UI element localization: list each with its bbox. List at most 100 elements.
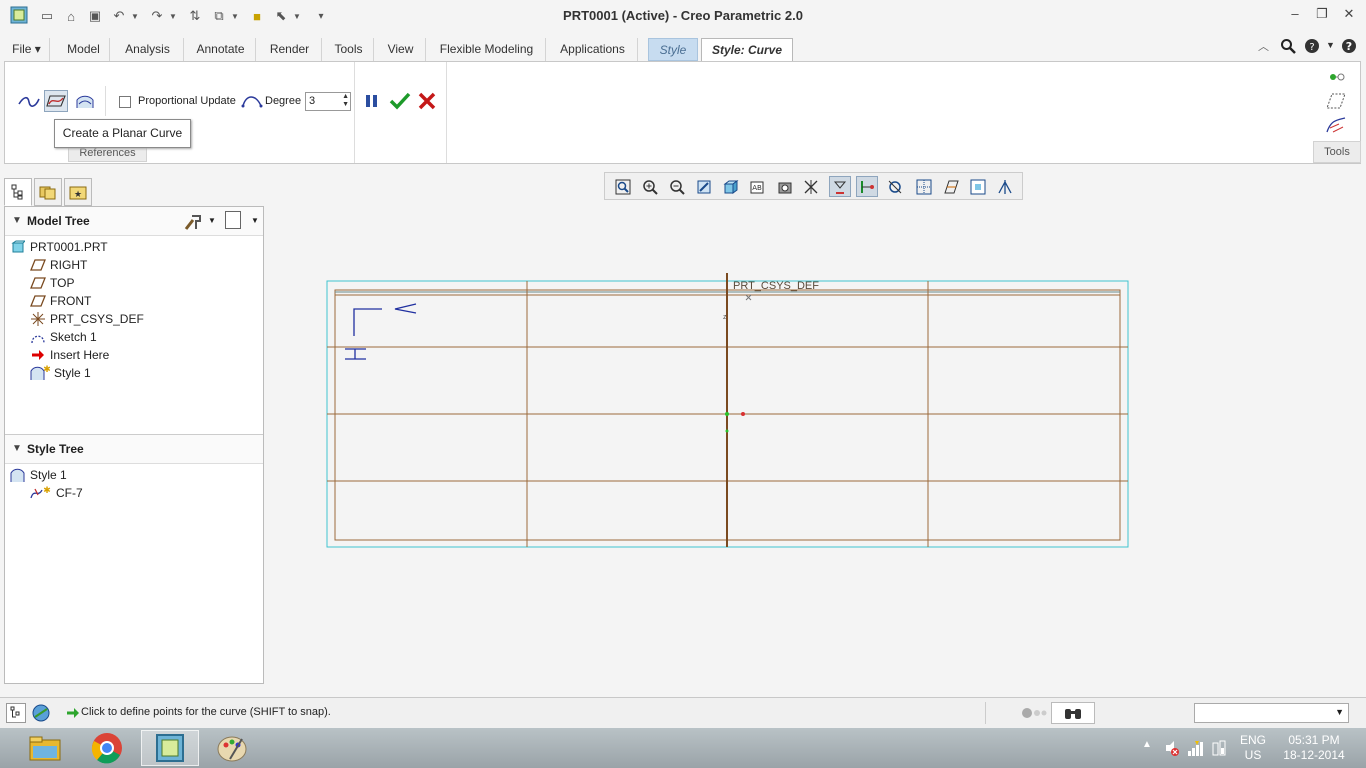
separator [105,86,106,116]
proportional-update-label: Proportional Update [138,95,236,107]
help-dropdown-icon[interactable]: ▼ [1326,40,1336,50]
tree-item-insert-here[interactable]: Insert Here [5,346,263,364]
ribbon-tabs: File ▾ Model Analysis Annotate Render To… [0,38,1366,62]
tab-view[interactable]: View [376,38,426,61]
tab-style-curve[interactable]: Style: Curve [701,38,793,62]
tab-style[interactable]: Style [648,38,698,61]
search-icon[interactable] [1280,38,1298,56]
tab-flexible-modeling[interactable]: Flexible Modeling [428,38,546,61]
help-center-icon[interactable]: ? [1304,38,1322,56]
tab-model[interactable]: Model [58,38,110,61]
paint-icon[interactable] [203,730,261,766]
degree-spinner[interactable]: 3 ▲ ▼ [305,92,351,111]
action-center-icon[interactable] [1162,739,1180,757]
free-curve-icon[interactable] [17,91,41,113]
show-hide-icon[interactable] [1325,66,1347,88]
graphics-toolbar: AB [604,172,1023,200]
collapse-arrow-icon[interactable]: ▼ [12,207,22,235]
view-orientation-axes-icon [353,308,382,336]
file-explorer-icon[interactable] [16,730,74,766]
selection-filter-dropdown[interactable]: ▼ [1194,703,1349,723]
csys-label: PRT_CSYS_DEF [733,280,819,292]
tools-group-label[interactable]: Tools [1313,141,1361,163]
degree-value: 3 [309,95,316,107]
tab-applications[interactable]: Applications [548,38,638,61]
ok-checkmark-icon[interactable] [389,91,411,111]
style-canvas[interactable]: PRT_CSYS_DEF z [270,205,1360,691]
help-icon[interactable]: ? [1341,38,1359,56]
part-icon [10,240,26,254]
tab-render[interactable]: Render [258,38,322,61]
refit-icon[interactable] [612,176,634,197]
spinner-arrows-icon[interactable]: ▲ ▼ [342,93,349,109]
active-plane-icon[interactable] [1325,90,1347,112]
model-tree-tab-icon[interactable] [4,178,32,206]
display-style-icon[interactable] [720,176,742,197]
show-hidden-icons[interactable]: ▲ [1142,739,1152,750]
tab-analysis[interactable]: Analysis [112,38,184,61]
tree-item-csys[interactable]: PRT_CSYS_DEF [5,310,263,328]
input-language[interactable]: ENG US [1236,733,1270,763]
tree-item-top[interactable]: TOP [5,274,263,292]
tree-item-right[interactable]: RIGHT [5,256,263,274]
style-tree-item[interactable]: ✱ CF-7 [5,484,263,502]
plane-display-icon[interactable] [829,176,851,197]
view-manager-icon[interactable] [774,176,796,197]
system-clock[interactable]: 05:31 PM 18-12-2014 [1276,733,1352,763]
favorites-tab-icon[interactable]: ★ [64,178,92,206]
tab-tools[interactable]: Tools [324,38,374,61]
close-window-button[interactable]: ✕ [1337,6,1361,26]
datum-display-filters-icon[interactable] [801,176,823,197]
show-dropdown-icon[interactable]: ▼ [251,207,259,235]
tab-file[interactable]: File ▾ [4,38,50,61]
tree-item-front[interactable]: FRONT [5,292,263,310]
chrome-icon[interactable] [78,730,136,766]
perspective-icon[interactable] [940,176,962,197]
tree-item-style[interactable]: ✱ Style 1 [5,364,263,382]
pause-icon[interactable] [362,91,382,111]
style-tree-root[interactable]: Style 1 [5,466,263,484]
network-icon[interactable] [1186,739,1204,757]
proportional-update-checkbox[interactable] [119,96,131,108]
clock-date: 18-12-2014 [1283,748,1345,762]
settings-dropdown-icon[interactable]: ▼ [208,207,216,235]
tooltip: Create a Planar Curve [54,119,191,148]
show-filters-icon[interactable] [225,211,241,229]
four-view-icon[interactable] [967,176,989,197]
tree-item-label: Sketch 1 [50,330,97,344]
curve-display-icon[interactable] [856,176,878,197]
creo-taskbar-icon[interactable] [141,730,199,766]
svg-text:✱: ✱ [43,365,50,375]
folder-browser-tab-icon[interactable] [34,178,62,206]
curve-analysis-icon[interactable] [1325,114,1347,136]
tree-item-sketch[interactable]: Sketch 1 [5,328,263,346]
tree-item-label: PRT_CSYS_DEF [50,312,144,326]
model-tree-header[interactable]: ▼ Model Tree ▼ ▼ [5,207,263,236]
battery-icon[interactable] [1210,739,1228,757]
saved-orientations-icon[interactable]: AB [747,176,769,197]
style-tree-header[interactable]: ▼ Style Tree [5,434,263,464]
planar-curve-icon[interactable] [44,90,68,112]
collapse-arrow-icon[interactable]: ▼ [12,435,22,463]
browser-icon[interactable] [31,703,53,723]
tab-annotate[interactable]: Annotate [186,38,256,61]
sketch-icon [30,330,46,344]
dropdown-arrow-icon[interactable]: ▼ [1335,707,1344,717]
find-binoculars-icon[interactable] [1051,702,1095,724]
cancel-x-icon[interactable] [417,91,437,111]
zoom-in-icon[interactable] [639,176,661,197]
show-navigator-icon[interactable] [6,703,26,723]
minimize-button[interactable]: – [1283,6,1307,26]
restore-button[interactable]: ❐ [1310,6,1334,26]
spin-center-icon[interactable] [884,176,906,197]
repaint-icon[interactable] [693,176,715,197]
tree-settings-icon[interactable] [183,207,205,235]
tree-root-node[interactable]: PRT0001.PRT [5,238,263,256]
style-tree-item-label: CF-7 [56,486,83,500]
annotation-display-icon[interactable] [994,176,1016,197]
grid-display-icon[interactable] [913,176,935,197]
collapse-ribbon-icon[interactable]: ︿ [1258,38,1276,56]
zoom-out-icon[interactable] [666,176,688,197]
graphics-area[interactable]: PRT_CSYS_DEF z [270,205,1360,691]
curve-on-surface-icon[interactable] [73,91,97,113]
